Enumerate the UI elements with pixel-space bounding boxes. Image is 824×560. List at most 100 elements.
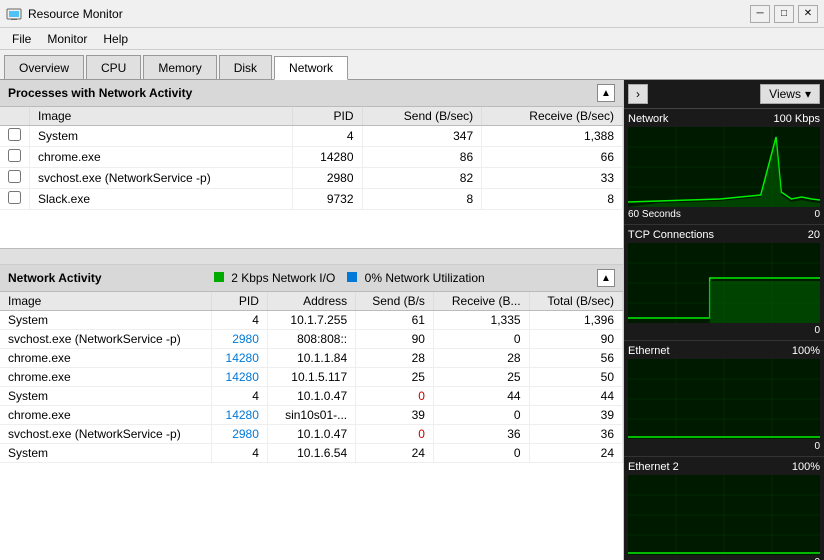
views-label: Views bbox=[769, 87, 801, 101]
processes-table: Image PID Send (B/sec) Receive (B/sec) S… bbox=[0, 107, 623, 210]
chart-ethernet2-label: Ethernet 2 bbox=[628, 461, 679, 473]
na-row-send: 25 bbox=[356, 368, 434, 387]
horizontal-scrollbar[interactable] bbox=[0, 248, 623, 264]
chart-ethernet2-max: 100% bbox=[792, 461, 820, 473]
na-row-address: 10.1.5.117 bbox=[267, 368, 355, 387]
title-bar: Resource Monitor ─ □ ✕ bbox=[0, 0, 824, 28]
na-row-address: 10.1.0.47 bbox=[267, 387, 355, 406]
row-pid: 4 bbox=[292, 126, 362, 147]
na-row-pid: 14280 bbox=[211, 349, 267, 368]
chart-tcp: TCP Connections 20 bbox=[624, 225, 824, 341]
table-row: chrome.exe 14280 86 66 bbox=[0, 147, 623, 168]
col-pid-header[interactable]: PID bbox=[292, 107, 362, 126]
na-row-pid: 14280 bbox=[211, 368, 267, 387]
na-row-send: 90 bbox=[356, 330, 434, 349]
na-row-send: 39 bbox=[356, 406, 434, 425]
list-item: svchost.exe (NetworkService -p) 2980 10.… bbox=[0, 425, 623, 444]
na-row-receive: 0 bbox=[433, 406, 529, 425]
col-checkbox bbox=[0, 107, 30, 126]
top-collapse-button[interactable]: ▲ bbox=[597, 84, 615, 102]
na-row-receive: 25 bbox=[433, 368, 529, 387]
right-panel-top: › Views ▾ bbox=[624, 80, 824, 109]
col-na-receive-header[interactable]: Receive (B... bbox=[433, 292, 529, 311]
bottom-collapse-button[interactable]: ▲ bbox=[597, 269, 615, 287]
top-section-title: Processes with Network Activity bbox=[8, 86, 192, 100]
na-row-total: 1,396 bbox=[529, 311, 622, 330]
app-icon bbox=[6, 6, 22, 22]
chart-ethernet2: Ethernet 2 100% 0 bbox=[624, 457, 824, 560]
main-content: Processes with Network Activity ▲ Image … bbox=[0, 80, 824, 560]
row-pid: 2980 bbox=[292, 168, 362, 189]
col-na-image-header[interactable]: Image bbox=[0, 292, 211, 311]
col-na-send-header[interactable]: Send (B/s bbox=[356, 292, 434, 311]
na-row-total: 44 bbox=[529, 387, 622, 406]
top-section-header: Processes with Network Activity ▲ bbox=[0, 80, 623, 107]
row-receive: 33 bbox=[482, 168, 623, 189]
row-checkbox[interactable] bbox=[0, 189, 30, 210]
chart-ethernet-label: Ethernet bbox=[628, 345, 670, 357]
col-na-address-header[interactable]: Address bbox=[267, 292, 355, 311]
tab-network[interactable]: Network bbox=[274, 56, 348, 80]
na-row-pid: 2980 bbox=[211, 425, 267, 444]
menu-help[interactable]: Help bbox=[95, 30, 136, 48]
views-button[interactable]: Views ▾ bbox=[760, 84, 820, 104]
na-row-pid: 14280 bbox=[211, 406, 267, 425]
menu-file[interactable]: File bbox=[4, 30, 39, 48]
chart-ethernet-zero: 0 bbox=[814, 441, 820, 452]
chart-tcp-bottom: 0 bbox=[628, 325, 820, 336]
network-activity-title: Network Activity bbox=[8, 271, 102, 285]
maximize-button[interactable]: □ bbox=[774, 5, 794, 23]
col-send-header[interactable]: Send (B/sec) bbox=[362, 107, 482, 126]
chart-network-label: Network bbox=[628, 113, 668, 125]
chart-network-zero: 0 bbox=[814, 209, 820, 220]
na-row-receive: 28 bbox=[433, 349, 529, 368]
row-checkbox[interactable] bbox=[0, 126, 30, 147]
col-na-total-header[interactable]: Total (B/sec) bbox=[529, 292, 622, 311]
bottom-section: Network Activity 2 Kbps Network I/O 0% N… bbox=[0, 265, 623, 560]
network-io-status: 2 Kbps Network I/O bbox=[214, 271, 335, 285]
bottom-table-container[interactable]: Image PID Address Send (B/s Receive (B..… bbox=[0, 292, 623, 560]
expand-button[interactable]: › bbox=[628, 84, 648, 104]
list-item: System 4 10.1.0.47 0 44 44 bbox=[0, 387, 623, 406]
chart-network-bottom: 60 Seconds 0 bbox=[628, 209, 820, 220]
na-row-receive: 0 bbox=[433, 330, 529, 349]
col-receive-header[interactable]: Receive (B/sec) bbox=[482, 107, 623, 126]
tabs-bar: Overview CPU Memory Disk Network bbox=[0, 50, 824, 80]
chart-ethernet2-area bbox=[628, 475, 820, 555]
menu-monitor[interactable]: Monitor bbox=[39, 30, 95, 48]
chart-network-max: 100 Kbps bbox=[774, 113, 820, 125]
network-util-label: 0% Network Utilization bbox=[365, 271, 485, 285]
na-row-address: 10.1.0.47 bbox=[267, 425, 355, 444]
na-row-image: System bbox=[0, 311, 211, 330]
row-image: System bbox=[30, 126, 293, 147]
na-row-image: chrome.exe bbox=[0, 368, 211, 387]
row-receive: 1,388 bbox=[482, 126, 623, 147]
row-send: 8 bbox=[362, 189, 482, 210]
col-image-header[interactable]: Image bbox=[30, 107, 293, 126]
tab-memory[interactable]: Memory bbox=[143, 55, 216, 79]
top-table-container[interactable]: Image PID Send (B/sec) Receive (B/sec) S… bbox=[0, 107, 623, 248]
na-row-image: chrome.exe bbox=[0, 349, 211, 368]
menu-bar: File Monitor Help bbox=[0, 28, 824, 50]
row-checkbox[interactable] bbox=[0, 168, 30, 189]
tab-cpu[interactable]: CPU bbox=[86, 55, 141, 79]
na-row-receive: 36 bbox=[433, 425, 529, 444]
table-row: System 4 347 1,388 bbox=[0, 126, 623, 147]
row-receive: 66 bbox=[482, 147, 623, 168]
na-row-receive: 44 bbox=[433, 387, 529, 406]
tab-overview[interactable]: Overview bbox=[4, 55, 84, 79]
na-row-pid: 4 bbox=[211, 444, 267, 463]
col-na-pid-header[interactable]: PID bbox=[211, 292, 267, 311]
close-button[interactable]: ✕ bbox=[798, 5, 818, 23]
row-pid: 9732 bbox=[292, 189, 362, 210]
na-row-image: chrome.exe bbox=[0, 406, 211, 425]
na-row-send: 24 bbox=[356, 444, 434, 463]
chart-ethernet-bottom: 0 bbox=[628, 441, 820, 452]
row-checkbox[interactable] bbox=[0, 147, 30, 168]
blue-dot-icon bbox=[347, 272, 357, 282]
row-pid: 14280 bbox=[292, 147, 362, 168]
row-receive: 8 bbox=[482, 189, 623, 210]
table-row: Slack.exe 9732 8 8 bbox=[0, 189, 623, 210]
tab-disk[interactable]: Disk bbox=[219, 55, 272, 79]
minimize-button[interactable]: ─ bbox=[750, 5, 770, 23]
